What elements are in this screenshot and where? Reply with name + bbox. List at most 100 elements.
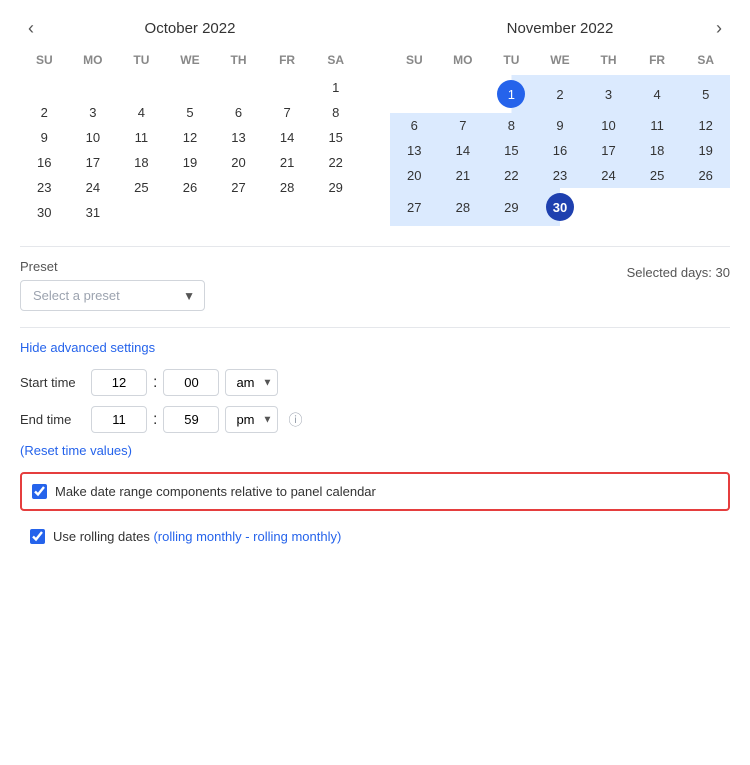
calendar-day[interactable]: 26 xyxy=(681,163,730,188)
advanced-settings-toggle[interactable]: Hide advanced settings xyxy=(20,340,155,355)
calendar-day[interactable]: 12 xyxy=(166,125,215,150)
reset-time-button[interactable]: (Reset time values) xyxy=(20,443,132,458)
start-ampm-wrapper: am pm ▼ xyxy=(225,369,278,396)
calendar-day[interactable]: 17 xyxy=(69,150,118,175)
calendar-day[interactable]: 4 xyxy=(633,75,682,113)
calendar-day[interactable]: 20 xyxy=(390,163,439,188)
calendar-day[interactable]: 29 xyxy=(487,188,536,226)
calendar-day[interactable]: 16 xyxy=(20,150,69,175)
calendar-day[interactable]: 24 xyxy=(69,175,118,200)
october-day-headers: SU MO TU WE TH FR SA xyxy=(20,49,360,75)
preset-group: Preset Select a preset ▼ xyxy=(20,259,205,311)
calendar-day[interactable]: 18 xyxy=(633,138,682,163)
calendar-day[interactable]: 25 xyxy=(633,163,682,188)
calendar-day[interactable]: 16 xyxy=(536,138,585,163)
calendar-day[interactable]: 30 xyxy=(20,200,69,225)
day-th: TH xyxy=(214,49,263,75)
relative-checkbox[interactable] xyxy=(32,484,47,499)
rolling-checkbox[interactable] xyxy=(30,529,45,544)
selected-days-label: Selected days: 30 xyxy=(627,265,730,280)
calendar-day[interactable]: 6 xyxy=(214,100,263,125)
november-day-headers: SU MO TU WE TH FR SA xyxy=(390,49,730,75)
calendar-day[interactable]: 26 xyxy=(166,175,215,200)
rolling-dates-link[interactable]: (rolling monthly - rolling monthly) xyxy=(153,529,341,544)
calendar-day[interactable]: 29 xyxy=(311,175,360,200)
calendar-day[interactable]: 4 xyxy=(117,100,166,125)
calendar-october-header: ‹ October 2022 xyxy=(20,20,360,37)
calendar-day[interactable]: 23 xyxy=(536,163,585,188)
calendar-day[interactable]: 2 xyxy=(536,75,585,113)
calendar-day[interactable]: 1 xyxy=(487,75,536,113)
empty-day xyxy=(311,200,360,225)
day-su: SU xyxy=(20,49,69,75)
empty-day xyxy=(681,188,730,226)
calendar-day[interactable]: 14 xyxy=(263,125,312,150)
calendar-day[interactable]: 19 xyxy=(681,138,730,163)
preset-section: Preset Select a preset ▼ Selected days: … xyxy=(20,259,730,311)
calendar-day[interactable]: 1 xyxy=(311,75,360,100)
empty-day xyxy=(263,75,312,100)
calendar-day[interactable]: 10 xyxy=(69,125,118,150)
calendar-day[interactable]: 9 xyxy=(20,125,69,150)
calendar-day[interactable]: 15 xyxy=(487,138,536,163)
calendar-day[interactable]: 11 xyxy=(117,125,166,150)
calendar-day[interactable]: 13 xyxy=(214,125,263,150)
calendar-day[interactable]: 30 xyxy=(536,188,585,226)
calendar-day[interactable]: 5 xyxy=(681,75,730,113)
calendar-day[interactable]: 7 xyxy=(263,100,312,125)
preset-select[interactable]: Select a preset xyxy=(20,280,205,311)
calendar-day[interactable]: 31 xyxy=(69,200,118,225)
calendar-day[interactable]: 3 xyxy=(584,75,633,113)
empty-day xyxy=(439,75,488,113)
calendar-day[interactable]: 27 xyxy=(390,188,439,226)
calendar-day[interactable]: 22 xyxy=(311,150,360,175)
calendar-day[interactable]: 17 xyxy=(584,138,633,163)
calendar-day[interactable]: 28 xyxy=(439,188,488,226)
calendar-day[interactable]: 11 xyxy=(633,113,682,138)
calendar-day[interactable]: 3 xyxy=(69,100,118,125)
calendar-day[interactable]: 8 xyxy=(311,100,360,125)
empty-day xyxy=(166,75,215,100)
calendar-day[interactable]: 22 xyxy=(487,163,536,188)
calendar-day[interactable]: 14 xyxy=(439,138,488,163)
calendar-day[interactable]: 20 xyxy=(214,150,263,175)
calendar-day[interactable]: 23 xyxy=(20,175,69,200)
empty-day xyxy=(166,200,215,225)
calendar-day[interactable]: 13 xyxy=(390,138,439,163)
day-tu: TU xyxy=(487,49,536,75)
date-picker-container: ‹ October 2022 SU MO TU WE TH FR SA xyxy=(20,20,730,554)
calendar-day[interactable]: 6 xyxy=(390,113,439,138)
calendar-day[interactable]: 25 xyxy=(117,175,166,200)
calendar-day[interactable]: 7 xyxy=(439,113,488,138)
calendar-day[interactable]: 21 xyxy=(439,163,488,188)
start-minute-input[interactable] xyxy=(163,369,219,396)
start-hour-input[interactable] xyxy=(91,369,147,396)
end-ampm-wrapper: am pm ▼ xyxy=(225,406,278,433)
end-hour-input[interactable] xyxy=(91,406,147,433)
start-ampm-select[interactable]: am pm xyxy=(225,369,278,396)
empty-day xyxy=(69,75,118,100)
end-ampm-select[interactable]: am pm xyxy=(225,406,278,433)
calendar-day[interactable]: 21 xyxy=(263,150,312,175)
calendar-day[interactable]: 18 xyxy=(117,150,166,175)
calendar-day[interactable]: 24 xyxy=(584,163,633,188)
end-minute-input[interactable] xyxy=(163,406,219,433)
next-month-button[interactable]: › xyxy=(708,18,730,39)
calendar-day[interactable]: 27 xyxy=(214,175,263,200)
calendar-day[interactable]: 2 xyxy=(20,100,69,125)
calendar-day[interactable]: 9 xyxy=(536,113,585,138)
calendar-day[interactable]: 15 xyxy=(311,125,360,150)
calendar-day[interactable]: 12 xyxy=(681,113,730,138)
prev-month-button[interactable]: ‹ xyxy=(20,18,42,39)
empty-day xyxy=(214,75,263,100)
relative-checkbox-row: Make date range components relative to p… xyxy=(20,472,730,511)
rolling-checkbox-label: Use rolling dates (rolling monthly - rol… xyxy=(53,529,341,544)
calendar-day[interactable]: 5 xyxy=(166,100,215,125)
calendar-day[interactable]: 28 xyxy=(263,175,312,200)
calendar-day[interactable]: 10 xyxy=(584,113,633,138)
empty-day xyxy=(20,75,69,100)
calendar-day[interactable]: 8 xyxy=(487,113,536,138)
calendar-day[interactable]: 19 xyxy=(166,150,215,175)
november-grid: SU MO TU WE TH FR SA 1234567891011121314… xyxy=(390,49,730,226)
divider-2 xyxy=(20,327,730,328)
